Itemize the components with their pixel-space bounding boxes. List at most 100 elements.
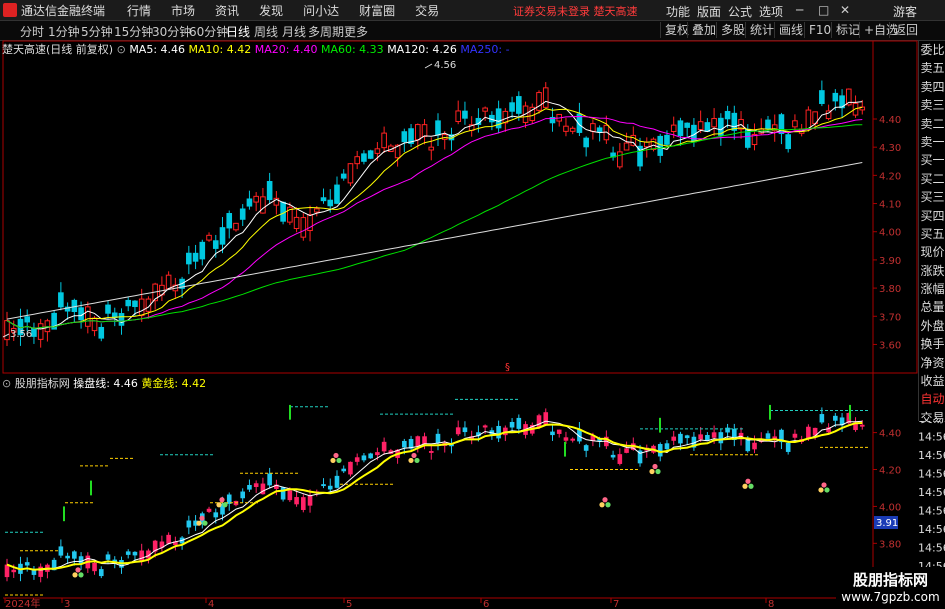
date-label: 2024年 [5, 597, 40, 609]
rp-sell2[interactable]: 卖二 [919, 115, 945, 133]
candle-body [347, 163, 354, 184]
sub-candle-body [563, 437, 569, 441]
indicator-settings-icon[interactable]: ⊙ [2, 377, 11, 390]
sub-candle-body [166, 534, 171, 544]
rp-sell3[interactable]: 卖三 [919, 96, 945, 114]
sub-candle-body [247, 484, 252, 490]
candle-body [334, 184, 340, 204]
rp-outer[interactable]: 外盘 [919, 317, 945, 335]
sub-candle-body [678, 433, 683, 444]
sub-candle-body [570, 438, 575, 441]
sub-candle-body [98, 569, 104, 577]
low-price-label: 3.56 [10, 329, 32, 340]
rp-pct[interactable]: 涨幅 [919, 280, 945, 298]
candle-body [482, 107, 488, 112]
candle-body [58, 292, 64, 308]
sub-candle-body [509, 421, 515, 428]
signal-dot [408, 457, 414, 464]
candle-body [260, 196, 266, 214]
main-y-label: 3.70 [879, 312, 901, 323]
rp-weibi[interactable]: 委比 [919, 41, 945, 59]
date-label: 7 [613, 599, 619, 609]
sub-candle-body [752, 442, 757, 450]
candle-body [186, 252, 192, 265]
candle-body [71, 299, 78, 313]
sub-y-label: 4.20 [879, 466, 901, 477]
sub-candle-body [11, 569, 17, 573]
sub-candle-body [725, 427, 730, 433]
sub-candle-body [671, 436, 677, 441]
time-label: 14:56 [918, 505, 945, 518]
candle-body [421, 124, 428, 137]
rp-buy1[interactable]: 买一 [919, 151, 945, 169]
candle-body [441, 134, 448, 140]
candle-body [313, 208, 320, 213]
rp-netasset[interactable]: 净资 [919, 354, 945, 372]
kline-chart[interactable]: § 4.56 3.56 4.40 4.30 4.20 4.10 4.00 3.90 3.80 3… [0, 0, 945, 609]
sub-candle-body [583, 445, 589, 451]
rp-sell5[interactable]: 卖五 [919, 59, 945, 77]
candle-body [785, 134, 791, 150]
sub-candle-body [617, 454, 623, 464]
sub-candle-body [664, 443, 670, 450]
high-price-label: 4.56 [434, 60, 456, 71]
rp-sell1[interactable]: 卖一 [919, 133, 945, 151]
watermark-title: 股朋指标网 [852, 571, 928, 589]
chart-mode: (日线 前复权) [46, 43, 114, 56]
sub-candle-body [287, 490, 293, 501]
candle-body [91, 317, 98, 332]
candle-body [361, 153, 367, 162]
sub-y-label: 3.80 [879, 539, 901, 550]
signal-dot [219, 497, 225, 503]
signal-dot [824, 487, 830, 493]
rp-change[interactable]: 涨跌 [919, 262, 945, 280]
rp-trade[interactable]: 交易 [919, 409, 945, 427]
rp-volume[interactable]: 总量 [919, 298, 945, 316]
rp-auto[interactable]: 自动 [919, 390, 945, 408]
candle-body [105, 304, 111, 314]
candle-body [246, 198, 253, 207]
candle-body [724, 110, 731, 120]
rp-price[interactable]: 现价 [919, 243, 945, 261]
signal-dot [655, 468, 661, 475]
signal-dot [222, 502, 228, 508]
sub-candle-body [321, 484, 326, 487]
candle-body [381, 132, 387, 149]
candle-body [650, 138, 657, 151]
candle-body [516, 96, 522, 114]
signal-dot [649, 468, 655, 475]
site-watermark: 股朋指标网 www.7gpzb.com [836, 567, 945, 609]
sub-candle-body [186, 520, 192, 528]
rp-sell4[interactable]: 卖四 [919, 78, 945, 96]
quote-panel: 委比 卖五 卖四 卖三 卖二 卖一 买一 买二 买三 买四 买五 现价 涨跌 涨… [918, 41, 945, 425]
main-pane-frame [2, 40, 918, 374]
rp-buy5[interactable]: 买五 [919, 225, 945, 243]
sub-candle-body [65, 555, 70, 559]
candle-body [596, 127, 603, 133]
signal-dot [78, 572, 84, 578]
sub-candle-body [422, 436, 427, 445]
sub-y-label: 4.40 [879, 429, 901, 440]
ma20-line [6, 115, 863, 329]
sub-candle-body [624, 448, 629, 453]
ma120-label: MA120: 4.26 [387, 43, 457, 56]
candle-body [266, 181, 273, 201]
candle-body [293, 216, 300, 230]
time-label: 14:56 [918, 523, 945, 536]
rp-buy3[interactable]: 买三 [919, 188, 945, 206]
high-pointer [424, 63, 433, 69]
candle-body [192, 252, 199, 262]
rp-turnover[interactable]: 换手 [919, 335, 945, 353]
candle-body [24, 316, 31, 323]
time-label: 14:56 [918, 468, 945, 481]
sub-candle-body [348, 461, 353, 475]
sub-candle-body [354, 457, 360, 462]
settings-icon[interactable]: ⊙ [117, 43, 126, 56]
signal-dot [652, 463, 658, 470]
rp-buy2[interactable]: 买二 [919, 170, 945, 188]
sub-candle-body [496, 425, 501, 439]
rp-earnings[interactable]: 收益 [919, 372, 945, 390]
main-y-label: 4.10 [879, 200, 901, 211]
candle-body [31, 327, 37, 337]
rp-buy4[interactable]: 买四 [919, 207, 945, 225]
